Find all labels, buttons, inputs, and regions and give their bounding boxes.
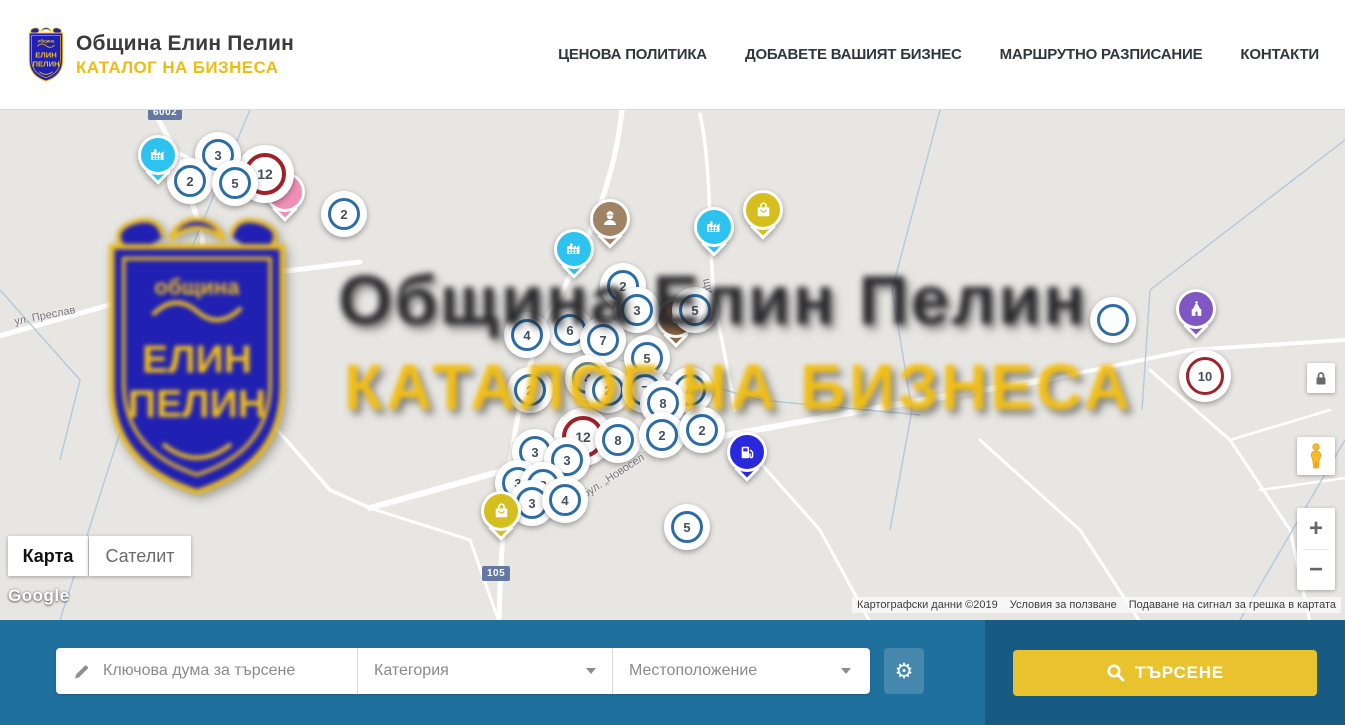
- zoom-in-button[interactable]: +: [1297, 509, 1335, 549]
- map-cluster[interactable]: 10: [1179, 350, 1231, 402]
- pegman-icon: [1305, 443, 1327, 469]
- map-pin[interactable]: [743, 190, 783, 230]
- map-cluster[interactable]: 8: [595, 417, 641, 463]
- map-cluster[interactable]: 2: [639, 412, 685, 458]
- search-bar: ТЪРСЕНЕ Категория Местоположение ⚙: [0, 620, 1345, 725]
- main-nav: ЦЕНОВА ПОЛИТИКА ДОБАВЕТЕ ВАШИЯТ БИЗНЕС М…: [558, 46, 1319, 63]
- map-pin[interactable]: [590, 199, 630, 239]
- category-select-value: Категория: [374, 662, 449, 680]
- map-cluster[interactable]: 5: [664, 504, 710, 550]
- map-cluster[interactable]: [1090, 297, 1136, 343]
- attribution-report-error-link[interactable]: Подаване на сигнал за грешка в картата: [1129, 599, 1336, 611]
- zoom-out-button[interactable]: −: [1297, 550, 1335, 590]
- map-type-control: Карта Сателит: [8, 536, 191, 576]
- map-type-map-button[interactable]: Карта: [8, 536, 88, 576]
- map-cluster[interactable]: 2: [679, 407, 725, 453]
- logo-name-line1: ЕЛИН: [35, 50, 57, 59]
- map-cluster[interactable]: 5: [672, 287, 718, 333]
- worker-icon: [600, 209, 620, 229]
- keyword-input[interactable]: [103, 662, 341, 680]
- category-select[interactable]: Категория: [357, 648, 612, 694]
- map-pin[interactable]: [138, 135, 178, 175]
- pencil-icon: [72, 662, 91, 681]
- location-select[interactable]: Местоположение: [612, 648, 867, 694]
- shopping-bag-icon: [754, 201, 773, 220]
- map-cluster[interactable]: 5: [212, 160, 258, 206]
- site-title: Община Елин Пелин: [76, 32, 294, 56]
- map-pin[interactable]: [694, 207, 734, 247]
- logo-municipality-word: община: [38, 38, 55, 43]
- map-cluster[interactable]: 4: [542, 477, 588, 523]
- church-icon: [1187, 300, 1206, 319]
- factory-icon: [564, 239, 584, 259]
- chevron-down-icon: [586, 668, 596, 674]
- search-button[interactable]: ТЪРСЕНЕ: [1013, 650, 1317, 696]
- search-action-panel: ТЪРСЕНЕ: [985, 620, 1345, 725]
- map-cluster[interactable]: 2: [507, 367, 553, 413]
- nav-contacts[interactable]: КОНТАКТИ: [1240, 46, 1319, 63]
- chevron-down-icon: [841, 668, 851, 674]
- site-subtitle: КАТАЛОГ НА БИЗНЕСА: [76, 58, 294, 78]
- map-cluster[interactable]: 4: [504, 312, 550, 358]
- logo-name-line2: ПЕЛИН: [32, 59, 59, 68]
- advanced-search-button[interactable]: ⚙: [884, 648, 924, 694]
- map-type-satellite-button[interactable]: Сателит: [89, 536, 191, 576]
- header: община ЕЛИН ПЕЛИН Община Елин Пелин КАТА…: [0, 0, 1345, 110]
- fuel-icon: [738, 443, 757, 462]
- nav-route-schedule[interactable]: МАРШРУТНО РАЗПИСАНИЕ: [1000, 46, 1203, 63]
- gear-icon: ⚙: [895, 659, 914, 684]
- brand[interactable]: община ЕЛИН ПЕЛИН Община Елин Пелин КАТА…: [26, 26, 294, 84]
- location-select-value: Местоположение: [629, 662, 757, 680]
- zoom-control: + −: [1297, 508, 1335, 590]
- factory-icon: [704, 217, 724, 237]
- map-cluster[interactable]: 2: [321, 191, 367, 237]
- nav-pricing-policy[interactable]: ЦЕНОВА ПОЛИТИКА: [558, 46, 707, 63]
- road-shield: 105: [482, 566, 510, 581]
- attribution-terms-link[interactable]: Условия за ползване: [1010, 599, 1117, 611]
- search-fields: Категория Местоположение: [56, 648, 870, 694]
- lock-button[interactable]: [1307, 363, 1335, 393]
- google-logo[interactable]: Google: [8, 586, 70, 606]
- map-pin[interactable]: [481, 491, 521, 531]
- municipality-logo: община ЕЛИН ПЕЛИН: [26, 26, 66, 84]
- shopping-bag-icon: [492, 502, 511, 521]
- map-pin[interactable]: [727, 432, 767, 472]
- pegman-control[interactable]: [1297, 437, 1335, 475]
- map-pin[interactable]: [554, 229, 594, 269]
- map-pin[interactable]: [1176, 289, 1216, 329]
- map-canvas[interactable]: 6002 105 ул. Преслав бул. „Новосел щи 12…: [0, 110, 1345, 620]
- map-attribution: Картографски данни ©2019 Условия за полз…: [852, 597, 1341, 613]
- keyword-field[interactable]: [56, 648, 357, 694]
- search-icon: [1106, 663, 1125, 682]
- nav-add-your-business[interactable]: ДОБАВЕТЕ ВАШИЯТ БИЗНЕС: [745, 46, 962, 63]
- road-shield: 6002: [148, 110, 182, 120]
- factory-icon: [148, 145, 168, 165]
- lock-icon: [1313, 370, 1329, 387]
- search-button-label: ТЪРСЕНЕ: [1135, 663, 1224, 683]
- attribution-copyright: Картографски данни ©2019: [857, 599, 998, 611]
